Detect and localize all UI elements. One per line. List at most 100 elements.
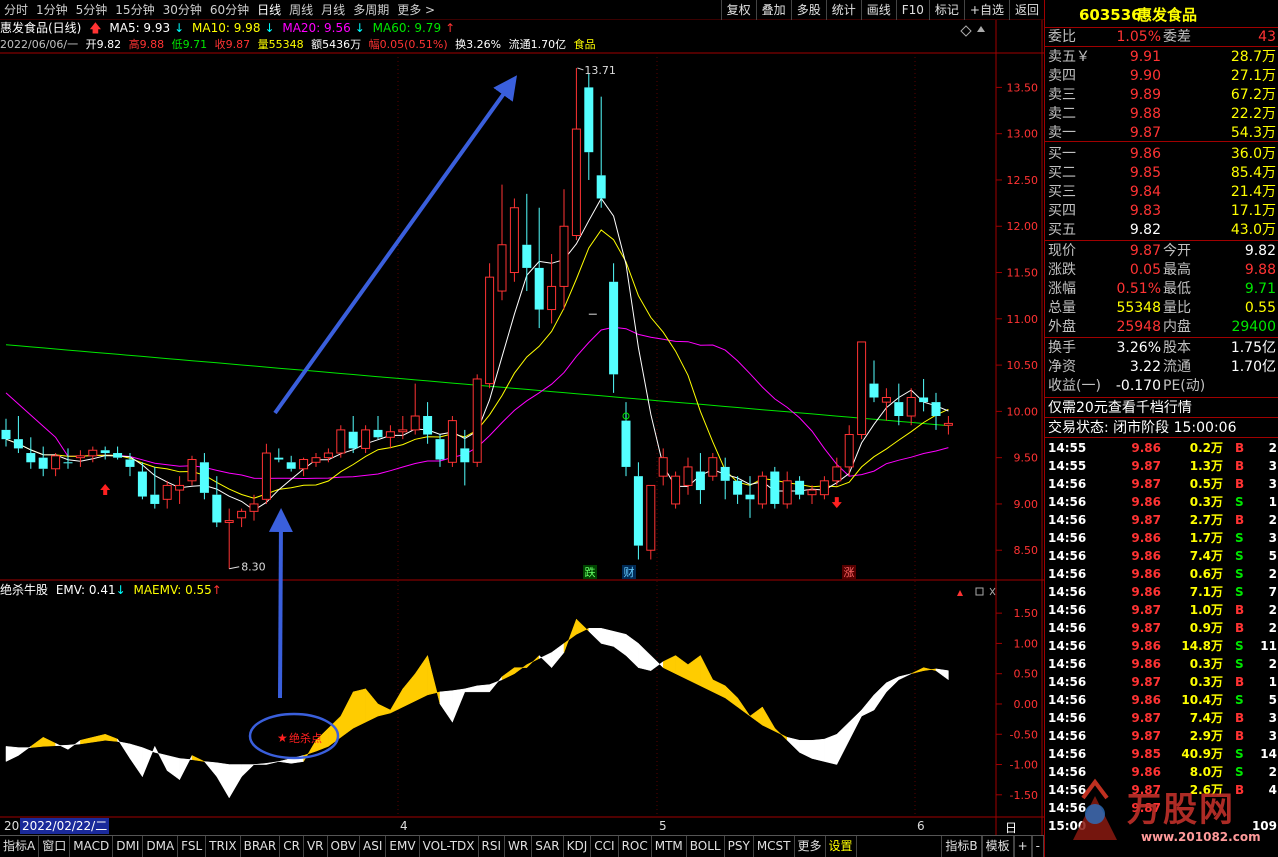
indicator-tab[interactable]: 设置	[826, 836, 857, 857]
indicator-tab[interactable]: VOL-TDX	[420, 836, 479, 857]
indicator-tab[interactable]: ASI	[360, 836, 387, 857]
timeframe-tab[interactable]: 多周期	[349, 0, 393, 20]
tick-volume: 1.0万	[1189, 603, 1223, 617]
timeframe-tab[interactable]: 15分钟	[111, 0, 158, 20]
indicator-tab[interactable]: BOLL	[687, 836, 725, 857]
emv-fill-segment	[402, 672, 416, 708]
level-volume: 54.3万	[1230, 125, 1276, 141]
indicator-tab[interactable]: CR	[280, 836, 304, 857]
tick-time: 14:56	[1048, 603, 1087, 617]
indicator-tab[interactable]: 更多	[795, 836, 826, 857]
emv-fill-segment	[662, 655, 676, 675]
price-tick-label: 13.00	[1007, 128, 1039, 141]
timeframe-tab[interactable]: 1分钟	[32, 0, 72, 20]
indicator-tab[interactable]: CCI	[591, 836, 619, 857]
toolbar-button[interactable]: +自选	[963, 0, 1009, 20]
indicator-tab[interactable]: MTM	[652, 836, 687, 857]
indicator-tab[interactable]: PSY	[725, 836, 754, 857]
indicator-tab[interactable]: MACD	[70, 836, 114, 857]
indicator-tab[interactable]: MCST	[754, 836, 795, 857]
candle-body	[745, 494, 755, 500]
indicator-tab[interactable]: 模板	[981, 836, 1014, 857]
stat-label: 今开	[1163, 243, 1191, 259]
emv-fill-segment	[588, 628, 602, 645]
candle-body	[943, 422, 953, 426]
candle-body	[708, 457, 718, 477]
candle	[807, 485, 817, 504]
stat-label: 股本	[1163, 340, 1191, 356]
timeframe-tab[interactable]: 更多 >	[393, 0, 439, 20]
candle	[323, 448, 333, 463]
timeframe-tab[interactable]: 月线	[317, 0, 349, 20]
level-volume: 36.0万	[1230, 146, 1276, 162]
indicator-tab[interactable]: DMA	[143, 836, 179, 857]
indicator-tab[interactable]: EMV	[386, 836, 420, 857]
toolbar-button[interactable]: 返回	[1008, 0, 1044, 20]
timeframe-tab[interactable]: 5分钟	[72, 0, 112, 20]
indicator-tab[interactable]: +	[1013, 836, 1032, 857]
tick-row: 14:55 9.87 1.3万 B 3	[1045, 457, 1278, 475]
indicator-tab[interactable]: 指标B	[941, 836, 982, 857]
stat-row: 涨幅 0.51% 最低 9.71	[1045, 280, 1278, 298]
chart-canvas[interactable]: 13.50 13.00 12.50 12.00 11.50 11.00 10.50 10.00…	[0, 0, 1044, 857]
toolbar-button[interactable]: F10	[895, 0, 929, 20]
toolbar-button[interactable]: 标记	[928, 0, 964, 20]
toolbar-button[interactable]: 画线	[860, 0, 896, 20]
indicator-tab[interactable]: SAR	[532, 836, 564, 857]
timeframe-tab[interactable]: 日线	[253, 0, 285, 20]
toolbar-button[interactable]: 复权	[720, 0, 756, 20]
indicator-tab[interactable]: OBV	[328, 836, 361, 857]
candle-body	[348, 431, 358, 449]
tick-time: 14:56	[1048, 495, 1087, 509]
level-label: 买五	[1048, 222, 1076, 238]
toolbar-button[interactable]: 多股	[790, 0, 826, 20]
tick-side: S	[1235, 693, 1244, 707]
tick-count: 5	[1268, 693, 1277, 707]
tick-side: S	[1235, 657, 1244, 671]
timeframe-tab[interactable]: 分时	[0, 0, 32, 20]
indicator-tick-label: 1.00	[1014, 637, 1039, 650]
candle	[509, 198, 519, 282]
sell-signal-icon	[831, 497, 842, 509]
emv-fill-segment	[5, 746, 19, 762]
indicator-tab[interactable]: ROC	[619, 836, 652, 857]
promo-link[interactable]: 仅需20元查看千档行情	[1048, 399, 1192, 417]
indicator-tab[interactable]: 指标A	[0, 836, 40, 857]
tick-time: 14:55	[1048, 459, 1087, 473]
timeframe-tab[interactable]: 周线	[285, 0, 317, 20]
indicator-tab[interactable]: VR	[304, 836, 328, 857]
candle-body	[770, 471, 780, 504]
emv-fill-segment	[824, 733, 838, 765]
candle-body	[695, 471, 705, 491]
timeframe-tab[interactable]: 60分钟	[206, 0, 253, 20]
tick-row: 14:56 9.86 10.4万 S 5	[1045, 691, 1278, 709]
timeframe-tab[interactable]: 30分钟	[159, 0, 206, 20]
candle	[336, 425, 346, 458]
indicator-tab[interactable]: FSL	[178, 836, 207, 857]
indicator-name[interactable]: 绝杀牛股	[0, 583, 48, 597]
emv-fill-segment	[464, 685, 478, 693]
candle-body	[881, 396, 891, 403]
emv-fill-segment	[80, 736, 94, 745]
bar-low: 低9.71	[171, 38, 208, 51]
indicator-tab[interactable]: TRIX	[206, 836, 241, 857]
indicator-tab[interactable]: WR	[505, 836, 533, 857]
tick-row: 14:56 9.87 7.4万 B 3	[1045, 709, 1278, 727]
level-price: 9.87	[1129, 125, 1161, 141]
indicator-tab[interactable]: DMI	[113, 836, 144, 857]
indicator-tab[interactable]: KDJ	[564, 836, 592, 857]
level-price: 9.88	[1129, 106, 1161, 122]
indicator-tab[interactable]: RSI	[479, 836, 506, 857]
tick-row: 14:56 9.86 1.7万 S 3	[1045, 529, 1278, 547]
tick-price: 9.87	[1131, 621, 1161, 635]
candle-body	[423, 416, 433, 435]
candle-body	[113, 453, 123, 458]
toolbar-button[interactable]: 统计	[825, 0, 861, 20]
indicator-tab[interactable]: 窗口	[39, 836, 71, 857]
toolbar-button[interactable]: 叠加	[755, 0, 791, 20]
indicator-tab[interactable]: BRAR	[241, 836, 281, 857]
indicator-tab[interactable]: -	[1031, 836, 1044, 857]
candle-body	[286, 462, 296, 469]
tick-price: 9.87	[1131, 711, 1161, 725]
candle	[113, 446, 123, 460]
